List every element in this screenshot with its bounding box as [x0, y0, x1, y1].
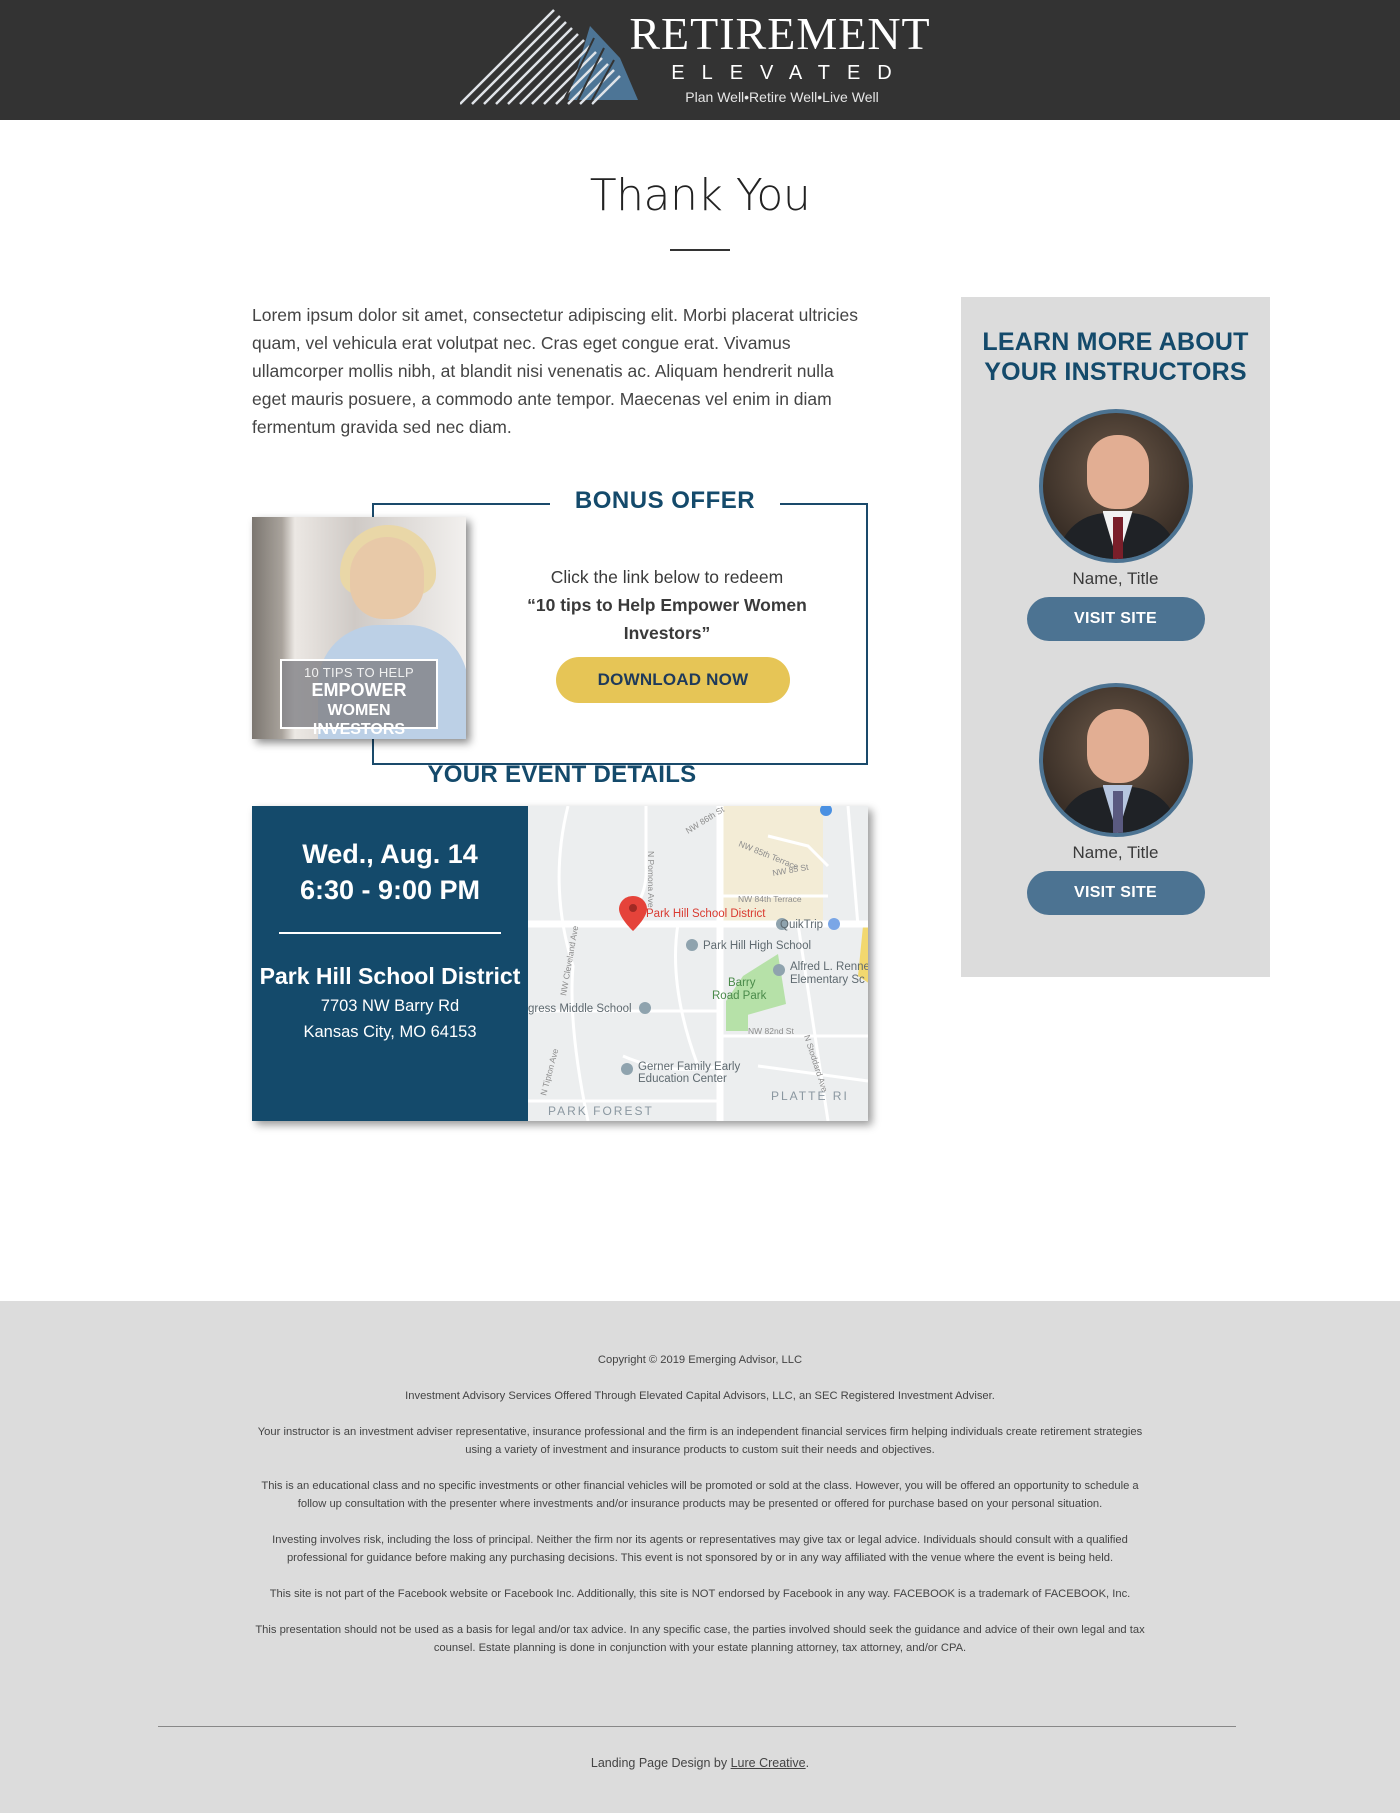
download-now-button[interactable]: DOWNLOAD NOW [556, 657, 790, 703]
footer-divider [158, 1726, 1236, 1727]
instructor-card: Name, Title VISIT SITE [961, 683, 1270, 915]
bonus-ebook-title: “10 tips to Help Empower Women Investors… [482, 591, 852, 647]
ebook-title-line2: EMPOWER [311, 680, 407, 700]
event-details-heading: YOUR EVENT DETAILS [427, 761, 697, 788]
map-place-platte: PLATTE RI [771, 1089, 849, 1103]
bonus-offer-section: BONUS OFFER 10 TIPS TO HELP EMPOWER WOME… [252, 481, 872, 765]
map-place-renne: Alfred L. Renne [790, 961, 868, 973]
event-address-line1: 7703 NW Barry Rd [320, 997, 460, 1015]
avatar-tie [1112, 517, 1123, 559]
map-street-84th-terrace: NW 84th Terrace [738, 894, 802, 904]
avatar-face [1086, 709, 1149, 783]
ebook-cover-image: 10 TIPS TO HELP EMPOWER WOMEN INVESTORS [252, 517, 466, 739]
credit-suffix: . [805, 1756, 810, 1770]
footer-credit: Landing Page Design by Lure Creative. [0, 1756, 1400, 1770]
event-address-line2: Kansas City, MO 64153 [303, 1023, 477, 1041]
event-divider [279, 932, 501, 934]
event-time: 6:30 - 9:00 PM [299, 875, 481, 905]
visit-site-button[interactable]: VISIT SITE [1026, 871, 1205, 915]
instructor-avatar [1038, 409, 1193, 563]
instructors-heading: LEARN MORE ABOUT YOUR INSTRUCTORS [982, 328, 1249, 386]
map-street-82nd: NW 82nd St [748, 1026, 794, 1036]
avatar-face [1086, 435, 1149, 509]
instructors-sidebar: LEARN MORE ABOUT YOUR INSTRUCTORS Name, … [961, 297, 1270, 977]
instructor-card: Name, Title VISIT SITE [961, 409, 1270, 641]
bonus-ebook-title-text: “10 tips to Help Empower Women Investors… [527, 595, 807, 643]
logo-wordmark: RETIREMENT ELEVATED Plan Well•Retire Wel… [620, 8, 940, 106]
map-place-quiktrip: QuikTrip [780, 919, 823, 931]
footer-disclosure-6: This presentation should not be used as … [255, 1624, 1145, 1654]
footer-disclosure-4: Investing involves risk, including the l… [272, 1534, 1128, 1564]
map-place-gerner: Gerner Family Early [638, 1061, 740, 1073]
bonus-redeem-text: Click the link below to redeem [550, 567, 784, 587]
site-footer: Copyright © 2019 Emerging Advisor, LLC I… [0, 1301, 1400, 1813]
map-canvas: NW 86th St NW 85th Terrace NW 85 St NW 8… [528, 806, 868, 1121]
title-section: Thank You [0, 120, 1400, 251]
bonus-offer-heading: BONUS OFFER [574, 487, 756, 514]
map-place-education-center: Education Center [638, 1073, 727, 1085]
map-place-elementary: Elementary Sc [790, 974, 865, 986]
lure-creative-link[interactable]: Lure Creative [731, 1756, 806, 1770]
event-datetime: Wed., Aug. 14 6:30 - 9:00 PM [252, 836, 528, 908]
footer-disclosure-3: This is an educational class and no spec… [261, 1480, 1139, 1510]
ebook-title-label: 10 TIPS TO HELP EMPOWER WOMEN INVESTORS [280, 659, 438, 738]
map-pin-label: Park Hill School District [646, 908, 766, 920]
instructor-name: Name, Title [1072, 843, 1159, 862]
ebook-title-line3: WOMEN INVESTORS [312, 702, 406, 738]
event-details-card: Wed., Aug. 14 6:30 - 9:00 PM Park Hill S… [252, 806, 868, 1121]
footer-copyright: Copyright © 2019 Emerging Advisor, LLC [597, 1354, 803, 1366]
page-title: Thank You [589, 170, 811, 221]
footer-disclosure-1: Investment Advisory Services Offered Thr… [405, 1390, 995, 1402]
map-place-park-forest: PARK FOREST [548, 1104, 654, 1118]
logo-tagline: Plan Well•Retire Well•Live Well [685, 89, 879, 105]
logo-subtitle: ELEVATED [671, 62, 909, 84]
credit-prefix: Landing Page Design by [590, 1756, 728, 1770]
event-date: Wed., Aug. 14 [302, 839, 478, 869]
retirement-elevated-logo[interactable]: RETIREMENT ELEVATED Plan Well•Retire Wel… [460, 8, 940, 108]
visit-site-button[interactable]: VISIT SITE [1026, 597, 1205, 641]
avatar-tie [1112, 791, 1123, 833]
logo-title: RETIREMENT [629, 8, 931, 59]
bonus-heading-wrap: BONUS OFFER [550, 487, 780, 515]
map-street-pomona: N Pomona Ave [646, 851, 656, 908]
map-place-middle-school: gress Middle School [528, 1003, 632, 1015]
event-venue: Park Hill School District [259, 963, 521, 989]
ebook-portrait-face [350, 537, 424, 619]
intro-paragraph: Lorem ipsum dolor sit amet, consectetur … [252, 305, 858, 437]
footer-disclosure-5: This site is not part of the Facebook we… [269, 1588, 1131, 1600]
map-place-high-school: Park Hill High School [703, 940, 811, 952]
footer-disclosure-2: Your instructor is an investment adviser… [257, 1426, 1143, 1456]
instructor-name: Name, Title [1072, 569, 1159, 588]
event-location-map[interactable]: NW 86th St NW 85th Terrace NW 85 St NW 8… [528, 806, 868, 1121]
site-header: RETIREMENT ELEVATED Plan Well•Retire Wel… [0, 0, 1400, 120]
footer-disclosures: Copyright © 2019 Emerging Advisor, LLC I… [250, 1351, 1150, 1675]
bonus-copy: Click the link below to redeem “10 tips … [482, 563, 852, 647]
main-content: Lorem ipsum dolor sit amet, consectetur … [0, 251, 1400, 1301]
map-place-barry: Barry [728, 977, 756, 989]
instructor-avatar [1038, 683, 1193, 837]
ebook-title-line1: 10 TIPS TO HELP [304, 665, 414, 680]
map-place-road-park: Road Park [712, 990, 767, 1002]
event-info-panel: Wed., Aug. 14 6:30 - 9:00 PM Park Hill S… [252, 806, 528, 1121]
